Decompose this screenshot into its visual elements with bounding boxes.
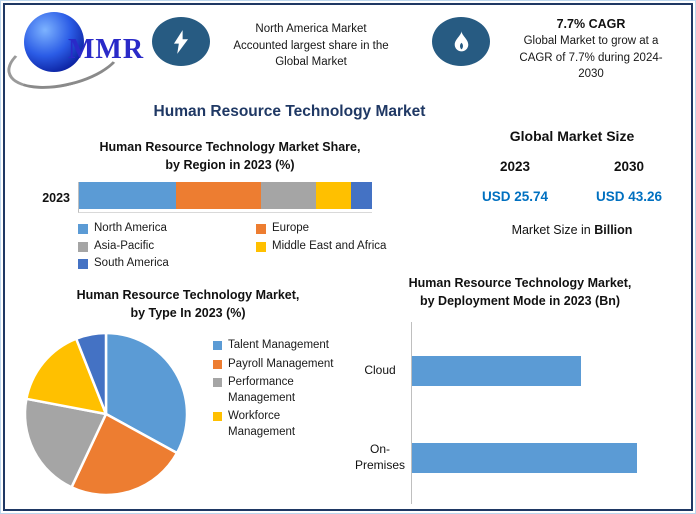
legend-swatch-south-america <box>78 259 88 269</box>
legend-swatch-middle-east-africa <box>256 242 266 252</box>
market-size-value-2030: USD 43.26 <box>572 189 686 204</box>
legend-item-performance-management: Performance Management <box>213 375 341 406</box>
market-size-year-2023: 2023 <box>458 159 572 174</box>
highlight-cagr: 7.7% CAGR Global Market to grow at a CAG… <box>497 15 685 83</box>
type-chart-title: Human Resource Technology Market, by Typ… <box>20 286 356 322</box>
legend-item-payroll-management: Payroll Management <box>213 357 341 373</box>
deploy-bar-on-premises <box>412 443 637 473</box>
cagr-line2: CAGR of 7.7% during 2024- <box>497 50 685 67</box>
market-size-value-2023: USD 25.74 <box>458 189 572 204</box>
logo-text: MMR <box>68 34 144 66</box>
legend-item-workforce-management: Workforce Management <box>213 409 341 440</box>
legend-swatch-performance <box>213 378 222 387</box>
region-stacked-bar <box>79 182 372 209</box>
page-title: Human Resource Technology Market <box>12 103 567 121</box>
legend-swatch-europe <box>256 224 266 234</box>
highlight-na-line3: Global Market <box>213 54 409 71</box>
region-segment-middle-east-and-africa <box>316 182 351 209</box>
type-pie-legend: Talent Management Payroll Management Per… <box>213 338 341 440</box>
legend-item-middle-east-africa: Middle East and Africa <box>256 239 440 255</box>
deployment-label-cloud: Cloud <box>352 363 408 379</box>
deployment-chart-title: Human Resource Technology Market, by Dep… <box>352 274 688 310</box>
region-axis-label: 2023 <box>20 191 78 205</box>
market-size-title: Global Market Size <box>458 128 686 144</box>
global-market-size-panel: Global Market Size 2023 2030 USD 25.74 U… <box>458 128 686 237</box>
deploy-bar-cloud <box>412 356 581 386</box>
legend-swatch-talent <box>213 341 222 350</box>
region-segment-south-america <box>351 182 372 209</box>
market-size-unit: Billion <box>594 223 632 237</box>
region-bar-axis <box>78 182 372 213</box>
region-segment-europe <box>176 182 261 209</box>
legend-swatch-north-america <box>78 224 88 234</box>
deployment-plot-area: Cloud On-Premises <box>352 320 688 510</box>
market-size-values: USD 25.74 USD 43.26 <box>458 189 686 204</box>
market-size-years: 2023 2030 <box>458 159 686 174</box>
region-segment-north-america <box>79 182 176 209</box>
market-size-year-2030: 2030 <box>572 159 686 174</box>
highlight-na-line2: Accounted largest share in the <box>213 38 409 55</box>
type-pie-chart: Human Resource Technology Market, by Typ… <box>20 286 356 322</box>
market-size-footer: Market Size in Billion <box>458 223 686 237</box>
region-chart-row: 2023 <box>20 182 440 213</box>
legend-swatch-workforce <box>213 412 222 421</box>
legend-item-north-america: North America <box>78 221 256 237</box>
cagr-line1: Global Market to grow at a <box>497 33 685 50</box>
flame-icon <box>432 17 490 66</box>
cagr-line3: 2030 <box>497 66 685 83</box>
region-legend: North America Europe Asia-Pacific Middle… <box>78 221 440 272</box>
highlight-na-line1: North America Market <box>213 21 409 38</box>
type-pie-svg <box>22 330 190 498</box>
legend-item-talent-management: Talent Management <box>213 338 341 354</box>
legend-swatch-payroll <box>213 360 222 369</box>
deployment-y-axis <box>411 322 412 504</box>
legend-swatch-asia-pacific <box>78 242 88 252</box>
legend-item-south-america: South America <box>78 256 256 272</box>
legend-item-europe: Europe <box>256 221 440 237</box>
mmr-logo: MMR <box>14 8 148 82</box>
deployment-chart: Human Resource Technology Market, by Dep… <box>352 274 688 510</box>
legend-item-asia-pacific: Asia-Pacific <box>78 239 256 255</box>
region-segment-asia-pacific <box>261 182 317 209</box>
region-chart: Human Resource Technology Market Share, … <box>20 138 440 272</box>
cagr-title: 7.7% CAGR <box>497 15 685 33</box>
deployment-label-on-premises: On-Premises <box>352 442 408 473</box>
highlight-north-america: North America Market Accounted largest s… <box>213 21 409 71</box>
lightning-icon <box>152 17 210 66</box>
region-chart-title: Human Resource Technology Market Share, … <box>20 138 440 174</box>
